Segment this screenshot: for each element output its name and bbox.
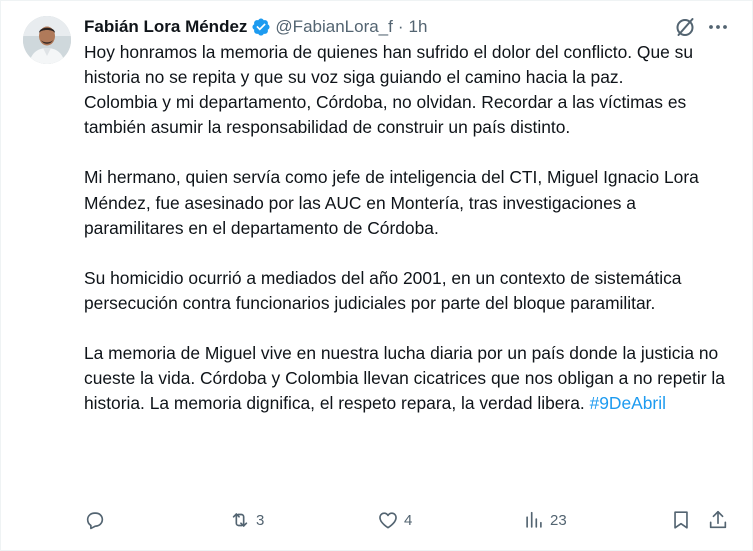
views-button[interactable]: 23	[523, 508, 567, 532]
bookmark-icon	[670, 509, 692, 531]
grok-icon[interactable]	[673, 15, 697, 39]
views-count: 23	[550, 511, 567, 529]
avatar-image	[23, 16, 71, 64]
share-icon	[707, 509, 729, 531]
bookmark-button[interactable]	[670, 508, 692, 532]
action-bar: 3 4 23	[0, 508, 753, 534]
like-count: 4	[404, 511, 413, 529]
tweet-text: Hoy honramos la memoria de quienes han s…	[84, 40, 734, 416]
hashtag-link[interactable]: #9DeAbril	[590, 393, 666, 413]
tweet-line: Colombia y mi departamento, Córdoba, no …	[84, 92, 687, 138]
separator-dot: ·	[397, 17, 404, 36]
tweet-line: Hoy honramos la memoria de quienes han s…	[84, 42, 694, 88]
repost-button[interactable]: 3	[229, 508, 264, 532]
share-button[interactable]	[707, 508, 729, 532]
timestamp[interactable]: 1h	[409, 17, 428, 37]
author-name[interactable]: Fabián Lora Méndez	[84, 17, 247, 37]
views-icon	[523, 509, 545, 531]
like-button[interactable]: 4	[377, 508, 412, 532]
tweet-paragraph: Su homicidio ocurrió a mediados del año …	[84, 267, 682, 313]
tweet-header: Fabián Lora Méndez @FabianLora_f · 1h	[84, 14, 427, 40]
reply-button[interactable]	[84, 508, 111, 532]
reply-icon	[84, 509, 106, 531]
repost-icon	[229, 509, 251, 531]
verified-badge-icon	[251, 17, 271, 37]
avatar[interactable]	[23, 16, 71, 64]
tweet-paragraph: Mi hermano, quien servía como jefe de in…	[84, 167, 699, 238]
like-icon	[377, 509, 399, 531]
repost-count: 3	[256, 511, 265, 529]
more-icon[interactable]	[706, 15, 730, 39]
author-handle[interactable]: @FabianLora_f	[275, 17, 392, 37]
tweet-paragraph: La memoria de Miguel vive en nuestra luc…	[84, 341, 734, 416]
